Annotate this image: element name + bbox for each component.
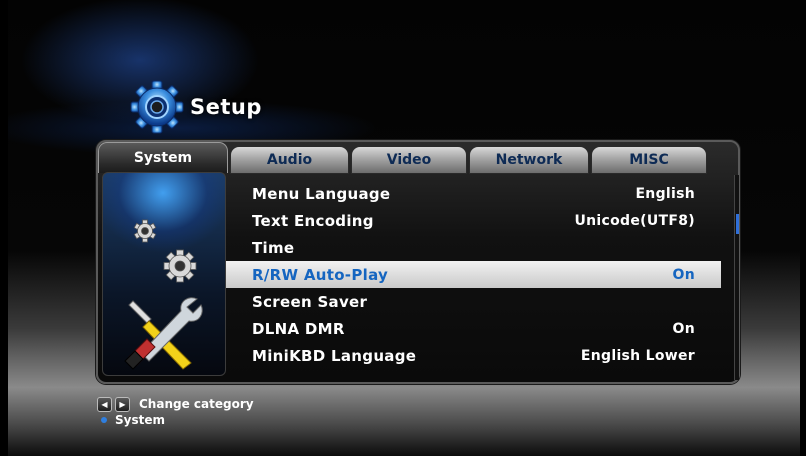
medium-gear-icon [163,249,197,283]
tab-network[interactable]: Network [469,146,589,174]
category-tabs: System Audio Video Network MISC [98,142,709,174]
bullet-icon [101,417,107,423]
tv-screen: Setup System Audio Video Network MISC Me… [0,0,806,456]
setting-menu-language[interactable]: Menu Language English [226,180,721,207]
setting-label: MiniKBD Language [252,346,417,365]
setting-label: Text Encoding [252,211,374,230]
setting-dlna-dmr[interactable]: DLNA DMR On [226,315,721,342]
tab-system[interactable]: System [98,142,228,173]
setting-value: Unicode(UTF8) [574,212,695,229]
hint-text: Change category [139,397,254,411]
setting-label: DLNA DMR [252,319,345,338]
gear-icon [130,80,184,134]
setting-value: English [635,185,695,202]
settings-list: Menu Language English Text Encoding Unic… [226,180,721,369]
tab-misc[interactable]: MISC [591,146,707,174]
page-title: Setup [190,95,262,119]
setting-time[interactable]: Time [226,234,721,261]
small-gear-icon [133,219,157,243]
setting-label: Time [252,238,295,257]
scrollbar-thumb[interactable] [736,214,739,234]
right-arrow-icon: ▶ [115,396,130,412]
current-category-label: System [115,413,165,427]
setting-label: Menu Language [252,184,391,203]
setting-screen-saver[interactable]: Screen Saver [226,288,721,315]
setting-label: Screen Saver [252,292,368,311]
tab-audio[interactable]: Audio [230,146,349,174]
setting-value: On [672,320,695,337]
setting-rrw-auto-play[interactable]: R/RW Auto-Play On [226,261,721,288]
setting-minikbd-language[interactable]: MiniKBD Language English Lower [226,342,721,369]
setting-label: R/RW Auto-Play [252,265,389,284]
scrollbar-track[interactable] [734,175,739,380]
footer-hint: ◀ ▶ Change category System [97,396,254,428]
category-illustration [102,172,226,376]
setting-text-encoding[interactable]: Text Encoding Unicode(UTF8) [226,207,721,234]
setting-value: English Lower [580,347,695,364]
right-border [800,0,806,456]
setting-value: On [672,266,695,283]
left-arrow-icon: ◀ [97,396,112,412]
tab-video[interactable]: Video [351,146,467,174]
tools-icon [124,297,203,370]
left-border [0,0,8,456]
setup-header: Setup [130,80,262,134]
